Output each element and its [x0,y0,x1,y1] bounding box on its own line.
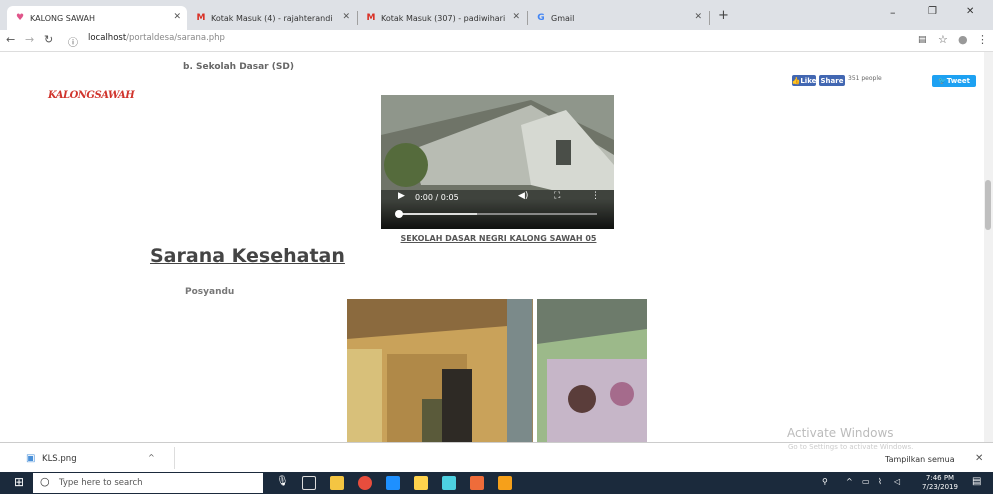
mail-app-icon[interactable] [470,476,484,490]
network-icon[interactable]: ⌇ [878,477,882,486]
url-path: /portaldesa/sarana.php [126,33,225,43]
taskbar-search-box[interactable]: ○ Type here to search [33,473,263,493]
tab-kalong-sawah[interactable]: ♥ KALONG SAWAH ✕ [7,6,187,30]
fb-like-count: 351 people [848,75,882,82]
chrome-icon[interactable] [358,476,372,490]
activate-windows-title: Activate Windows [787,426,894,440]
video-player[interactable]: ▶ 0:00 / 0:05 ◀) ⛶ ⋮ [381,95,614,229]
maximize-icon[interactable]: ❐ [928,6,937,17]
close-icon[interactable]: ✕ [342,12,350,22]
fb-like-label: Like [800,76,817,85]
app-icon[interactable] [498,476,512,490]
show-all-downloads[interactable]: Tampilkan semua [885,455,955,464]
reload-icon[interactable]: ↻ [44,33,53,46]
close-icon[interactable]: ✕ [173,12,181,22]
file-explorer-icon[interactable] [330,476,344,490]
taskbar-search-placeholder: Type here to search [59,478,143,488]
info-icon[interactable]: ⓘ [68,34,78,49]
gmail-icon: M [366,13,376,23]
taskbar-clock[interactable]: 7:46 PM 7/23/2019 [915,474,965,492]
chevron-up-icon[interactable]: ^ [148,453,155,462]
mic-icon[interactable]: 🎙 [276,476,289,487]
close-icon[interactable]: ✕ [512,12,520,22]
gmail-icon: M [196,13,206,23]
close-download-bar-icon[interactable]: ✕ [975,453,983,464]
site-logo[interactable]: KALONGSAWAH [48,90,135,101]
tab-gmail-1[interactable]: M Kotak Masuk (4) - rajahterandi ✕ [188,6,356,30]
new-tab-button[interactable]: + [718,8,729,23]
heart-icon: ♥ [15,13,25,23]
clock-date: 7/23/2019 [922,483,958,491]
task-view-icon[interactable] [302,476,316,490]
people-icon[interactable]: ⚲ [822,477,828,486]
store-icon[interactable] [414,476,428,490]
scrollbar-thumb[interactable] [985,180,991,230]
video-buffer [397,213,477,215]
settings-icon[interactable] [442,476,456,490]
section-label: b. Sekolah Dasar (SD) [183,62,294,72]
url-bar[interactable]: localhost/portaldesa/sarana.php [88,33,225,43]
address-toolbar: ← → ↻ ⓘ localhost/portaldesa/sarana.php … [0,30,993,52]
windows-taskbar: ⊞ ○ Type here to search 🎙 ⚲ ^ ▭ ⌇ ◁ 7:46… [0,472,993,494]
tab-gmail-3[interactable]: G Gmail ✕ [528,6,708,30]
video-time: 0:00 / 0:05 [415,193,459,202]
clock-time: 7:46 PM [925,474,955,482]
battery-icon[interactable]: ▭ [862,477,870,486]
tab-separator [709,11,710,25]
translate-icon[interactable]: ▤ [918,35,927,45]
tray-chevron-icon[interactable]: ^ [846,477,853,486]
fullscreen-icon[interactable]: ⛶ [554,191,560,201]
image-file-icon: ▣ [26,453,36,464]
section-sublabel: Posyandu [185,287,235,297]
photo-image [347,299,647,442]
close-icon[interactable]: ✕ [694,12,702,22]
tweet-button[interactable]: 🐦 Tweet [932,75,976,87]
divider [174,447,175,469]
menu-icon[interactable]: ⋮ [977,33,988,46]
star-icon[interactable]: ☆ [938,33,948,46]
volume-tray-icon[interactable]: ◁ [894,477,900,486]
profile-icon[interactable]: ● [958,33,968,46]
more-icon[interactable]: ⋮ [591,191,600,201]
download-filename[interactable]: KLS.png [42,454,77,464]
posyandu-photo [347,299,647,442]
minimize-icon[interactable]: – [890,6,896,19]
tab-title: KALONG SAWAH [30,13,95,23]
video-caption: SEKOLAH DASAR NEGRI KALONG SAWAH 05 [400,234,597,243]
search-icon: ○ [40,475,50,488]
play-icon[interactable]: ▶ [398,191,405,201]
edge-icon[interactable] [386,476,400,490]
back-icon[interactable]: ← [6,33,15,46]
download-bar: ▣ KLS.png ^ Go to Settings to activate W… [0,442,993,472]
windows-start-icon[interactable]: ⊞ [14,475,24,489]
section-heading: Sarana Kesehatan [150,245,345,267]
tab-title: Gmail [551,13,575,23]
fb-like-button[interactable]: 👍 Like [792,75,816,86]
page-content: KALONGSAWAH b. Sekolah Dasar (SD) ▶ 0:00… [0,52,993,442]
twitter-bird-icon: 🐦 [937,77,947,85]
fb-share-button[interactable]: Share [819,75,845,86]
activate-windows-sub: Go to Settings to activate Windows. [788,443,914,451]
forward-icon[interactable]: → [25,33,34,46]
notification-icon[interactable]: ▤ [972,476,981,487]
video-scrubber[interactable] [395,210,403,218]
tweet-label: Tweet [946,77,971,85]
page-scrollbar[interactable] [984,52,993,442]
tab-title: Kotak Masuk (307) - padiwihari [381,13,506,23]
tab-title: Kotak Masuk (4) - rajahterandi [211,13,333,23]
volume-icon[interactable]: ◀) [518,191,528,201]
thumb-icon: 👍 [791,76,801,85]
google-icon: G [537,13,545,23]
tab-gmail-2[interactable]: M Kotak Masuk (307) - padiwihari ✕ [358,6,526,30]
tab-bar: ♥ KALONG SAWAH ✕ M Kotak Masuk (4) - raj… [0,0,993,30]
window-close-icon[interactable]: ✕ [966,6,974,17]
url-host: localhost [88,33,127,43]
